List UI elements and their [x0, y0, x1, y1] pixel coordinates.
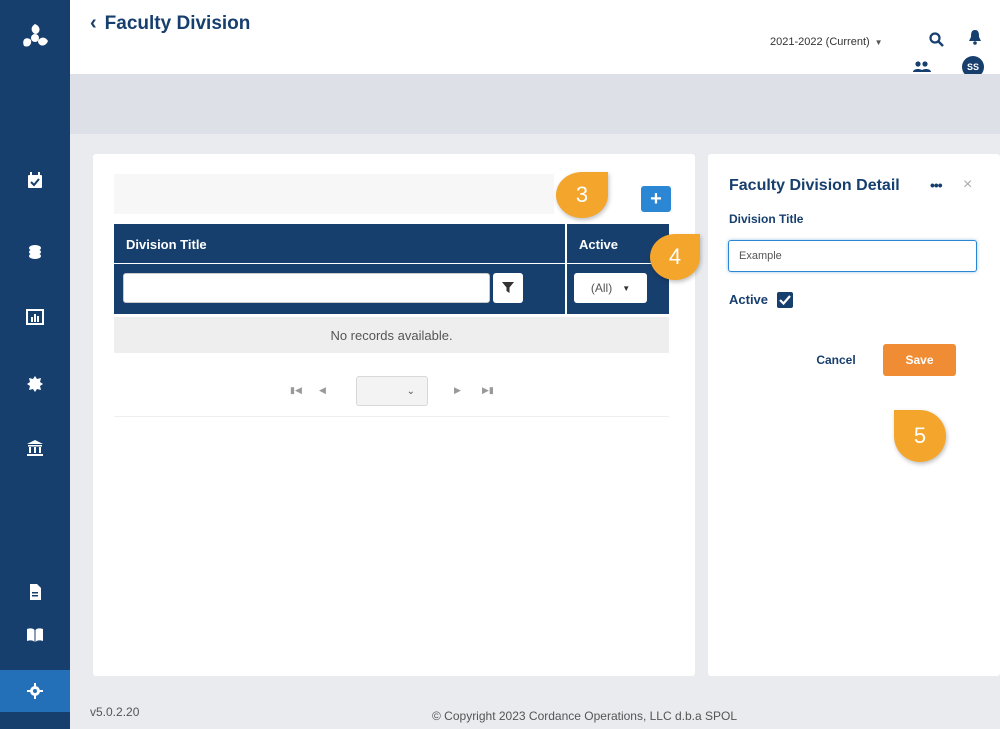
detail-title: Faculty Division Detail — [729, 177, 900, 194]
save-button[interactable]: Save — [883, 344, 956, 376]
empty-message: No records available. — [114, 317, 669, 353]
checkmark-icon — [779, 295, 791, 305]
next-page-icon[interactable]: ▶ — [454, 385, 461, 396]
top-header: ‹ Faculty Division 2021-2022 (Current) ▼… — [70, 0, 1000, 78]
active-checkbox[interactable] — [777, 292, 793, 308]
bar-chart-icon[interactable] — [0, 297, 70, 337]
copyright-text: © Copyright 2023 Cordance Operations, LL… — [432, 709, 738, 723]
step-marker-5: 5 — [894, 410, 946, 462]
badge-icon[interactable] — [0, 364, 70, 404]
step-marker-label: 5 — [913, 423, 927, 448]
active-label: Active — [729, 292, 769, 307]
settings-gear-icon[interactable] — [0, 670, 70, 712]
division-title-input[interactable] — [728, 240, 977, 272]
first-page-icon[interactable]: ▮◀ — [290, 385, 302, 396]
back-link[interactable]: ‹ Faculty Division — [90, 12, 250, 35]
pager: ▮◀ ◀ ⌄ ▶ ▶▮ — [114, 355, 669, 417]
step-marker-label: 4 — [668, 244, 682, 269]
chevron-down-icon: ⌄ — [406, 385, 415, 397]
caret-down-icon: ▼ — [874, 37, 883, 47]
divider — [114, 263, 669, 264]
grid-header: Division Title Active — [114, 224, 669, 264]
add-button[interactable]: + — [641, 186, 671, 212]
year-selector[interactable]: 2021-2022 (Current) ▼ — [770, 36, 883, 48]
coins-icon[interactable] — [0, 232, 70, 272]
active-filter-value: (All) — [590, 281, 613, 295]
division-title-filter-input[interactable] — [123, 273, 490, 303]
bell-icon[interactable] — [967, 28, 983, 46]
cancel-button[interactable]: Cancel — [805, 346, 867, 374]
search-icon[interactable] — [928, 31, 944, 47]
users-icon[interactable] — [912, 60, 932, 74]
last-page-icon[interactable]: ▶▮ — [482, 385, 494, 396]
app-logo-icon[interactable] — [0, 0, 70, 76]
detail-panel — [708, 154, 1000, 676]
more-options-icon[interactable]: ••• — [930, 177, 943, 193]
step-marker-3: 3 — [556, 172, 608, 218]
filter-button[interactable] — [493, 273, 523, 303]
close-icon[interactable]: × — [963, 176, 972, 194]
active-filter-select[interactable]: (All) ▼ — [574, 273, 647, 303]
institution-icon[interactable] — [0, 428, 70, 468]
document-icon[interactable] — [0, 572, 70, 612]
sidebar — [0, 0, 70, 729]
filter-icon — [502, 282, 514, 293]
version-label: v5.0.2.20 — [90, 705, 140, 719]
year-selector-label: 2021-2022 (Current) — [770, 36, 870, 48]
header-band — [70, 74, 1000, 134]
page-size-select[interactable]: ⌄ — [356, 376, 428, 406]
page-title: Faculty Division — [104, 12, 251, 34]
step-marker-4: 4 — [650, 234, 700, 280]
division-title-label: Division Title — [729, 212, 804, 226]
chevron-left-icon: ‹ — [90, 12, 97, 34]
book-icon[interactable] — [0, 615, 70, 655]
step-marker-label: 3 — [575, 182, 589, 207]
column-header-division-title[interactable]: Division Title — [114, 224, 565, 264]
grid-toolbar — [114, 174, 554, 214]
calendar-icon[interactable] — [0, 160, 70, 200]
divider — [565, 224, 567, 314]
caret-down-icon: ▼ — [622, 283, 631, 293]
prev-page-icon[interactable]: ◀ — [319, 385, 326, 396]
